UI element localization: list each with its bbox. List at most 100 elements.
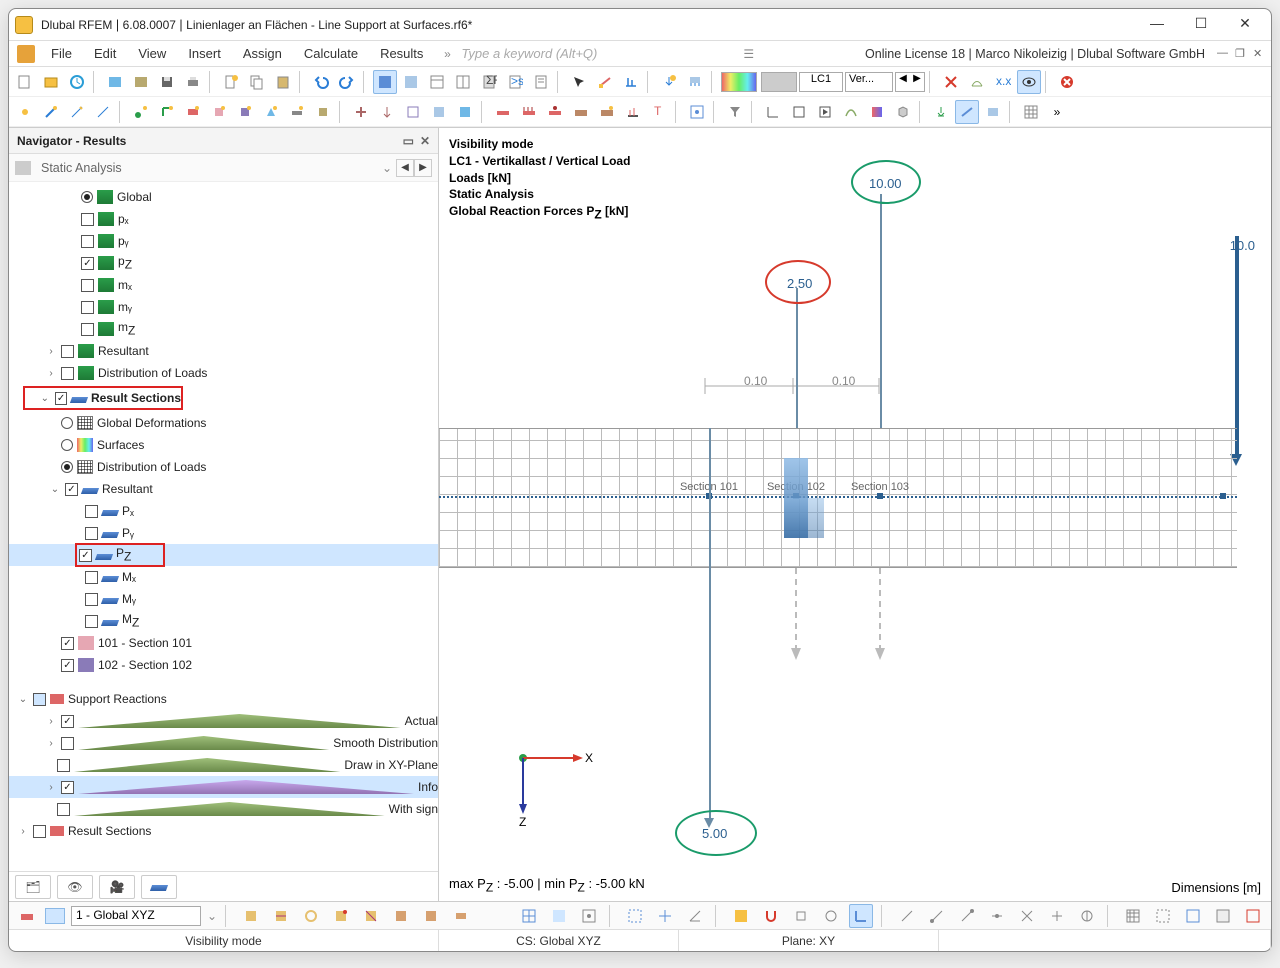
radio-globaldef[interactable] — [61, 417, 73, 429]
sb-8[interactable] — [449, 904, 473, 928]
sb-6[interactable] — [389, 904, 413, 928]
tool-r2-18[interactable] — [491, 100, 515, 124]
gray-swatch[interactable] — [761, 72, 797, 92]
tool-r2-19[interactable] — [517, 100, 541, 124]
tool-frame[interactable] — [787, 100, 811, 124]
sb-grid-d[interactable] — [1211, 904, 1235, 928]
tool-section-active[interactable] — [955, 100, 979, 124]
tool-calc[interactable]: ΣF — [477, 70, 501, 94]
check-actual[interactable] — [61, 715, 74, 728]
tool-redo[interactable] — [335, 70, 359, 94]
check-smooth[interactable] — [61, 737, 74, 750]
tool-r2-6[interactable] — [155, 100, 179, 124]
check-mx[interactable] — [81, 279, 94, 292]
radio-global[interactable] — [81, 191, 93, 203]
check-result-sections[interactable] — [55, 392, 68, 405]
sb-4[interactable] — [329, 904, 353, 928]
sb-select[interactable] — [623, 904, 647, 928]
sb-line6[interactable] — [1045, 904, 1069, 928]
check-distloads-top[interactable] — [61, 367, 74, 380]
tool-cube[interactable] — [891, 100, 915, 124]
menu-overflow-icon[interactable]: » — [435, 47, 459, 61]
menu-file[interactable]: File — [41, 44, 82, 63]
sb-snap3[interactable] — [819, 904, 843, 928]
sb-5[interactable] — [359, 904, 383, 928]
tool-support[interactable] — [929, 100, 953, 124]
close-button[interactable]: ✕ — [1231, 15, 1259, 35]
tool-r2-14[interactable] — [375, 100, 399, 124]
tool-report[interactable] — [529, 70, 553, 94]
menu-results[interactable]: Results — [370, 44, 433, 63]
sb-line5[interactable] — [1015, 904, 1039, 928]
cs-dropdown[interactable]: 1 - Global XYZ — [71, 906, 201, 926]
check-Pz[interactable] — [79, 549, 92, 562]
sb-1[interactable] — [239, 904, 263, 928]
tool-section-3d[interactable] — [981, 100, 1005, 124]
sb-grid1[interactable] — [517, 904, 541, 928]
next-analysis-button[interactable]: ▶ — [414, 159, 432, 177]
dropdown-chevron-icon[interactable]: ⌄ — [382, 161, 392, 175]
check-result-sections-bottom[interactable] — [33, 825, 46, 838]
tool-paste[interactable] — [271, 70, 295, 94]
sb-move[interactable] — [653, 904, 677, 928]
tool-r2-12[interactable] — [311, 100, 335, 124]
menu-calculate[interactable]: Calculate — [294, 44, 368, 63]
check-Px[interactable] — [85, 505, 98, 518]
check-drawxy[interactable] — [57, 759, 70, 772]
sb-line4[interactable] — [985, 904, 1009, 928]
tool-r2-8[interactable] — [207, 100, 231, 124]
sb-grid3[interactable] — [577, 904, 601, 928]
tool-r2-20[interactable] — [543, 100, 567, 124]
tool-r2-3[interactable] — [65, 100, 89, 124]
colormap-swatch[interactable] — [721, 72, 757, 92]
caret-icon[interactable]: › — [45, 346, 57, 357]
tool-filter[interactable] — [723, 100, 747, 124]
tool-panel2[interactable] — [399, 70, 423, 94]
tool-r2-22[interactable] — [595, 100, 619, 124]
sb-grid2[interactable] — [547, 904, 571, 928]
tool-graph[interactable] — [965, 70, 989, 94]
caret-icon[interactable]: › — [45, 716, 57, 727]
tool-panel3[interactable] — [425, 70, 449, 94]
tool-undo[interactable] — [309, 70, 333, 94]
check-resultant[interactable] — [65, 483, 78, 496]
tool-block1[interactable] — [103, 70, 127, 94]
prev-analysis-button[interactable]: ◀ — [396, 159, 414, 177]
menu-assign[interactable]: Assign — [233, 44, 292, 63]
sb-line2[interactable] — [925, 904, 949, 928]
maximize-button[interactable]: ☐ — [1187, 15, 1215, 35]
sb-snap2[interactable] — [789, 904, 813, 928]
radio-distloads[interactable] — [61, 461, 73, 473]
tool-newload[interactable] — [657, 70, 681, 94]
check-info[interactable] — [61, 781, 74, 794]
tool-r2-21[interactable] — [569, 100, 593, 124]
check-pz[interactable] — [81, 257, 94, 270]
caret-icon[interactable]: ⌄ — [39, 393, 51, 404]
check-Mx[interactable] — [85, 571, 98, 584]
menu-edit[interactable]: Edit — [84, 44, 126, 63]
mdi-restore-button[interactable]: ❐ — [1235, 47, 1249, 61]
tool-section[interactable] — [593, 70, 617, 94]
check-resultant-top[interactable] — [61, 345, 74, 358]
check-sec101[interactable] — [61, 637, 74, 650]
tool-r2-23[interactable] — [621, 100, 645, 124]
check-mz[interactable] — [81, 323, 94, 336]
tool-newdoc[interactable] — [219, 70, 243, 94]
tool-grid[interactable] — [1019, 100, 1043, 124]
check-Mz[interactable] — [85, 615, 98, 628]
tool-recent[interactable] — [65, 70, 89, 94]
loadcase-stepper[interactable]: ◀▶ — [895, 72, 925, 92]
tool-r2-16[interactable] — [427, 100, 451, 124]
dock-icon[interactable]: ▭ — [403, 134, 414, 148]
search-input[interactable]: Type a keyword (Alt+Q) — [461, 46, 741, 61]
sb-line7[interactable] — [1075, 904, 1099, 928]
tool-open[interactable] — [39, 70, 63, 94]
tool-play[interactable] — [813, 100, 837, 124]
tool-r2-7[interactable] — [181, 100, 205, 124]
caret-icon[interactable]: › — [45, 782, 57, 793]
tool-r2-11[interactable] — [285, 100, 309, 124]
mdi-minimize-button[interactable]: — — [1217, 47, 1231, 61]
tool-save[interactable] — [155, 70, 179, 94]
sb-2[interactable] — [269, 904, 293, 928]
status-tool-1[interactable] — [15, 904, 39, 928]
